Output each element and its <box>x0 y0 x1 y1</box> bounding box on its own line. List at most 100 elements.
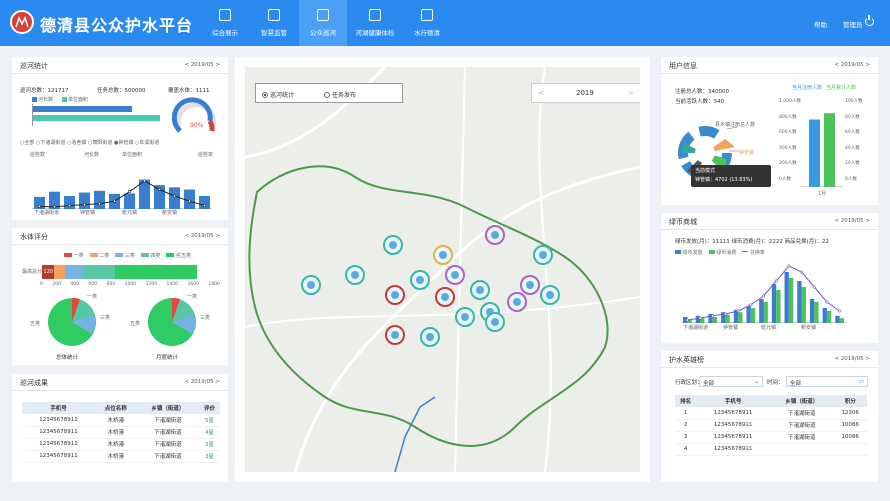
panel-title: 巡河统计 <box>20 62 48 70</box>
date-picker[interactable]: < 2019/05 > <box>834 356 870 362</box>
chart-bar <box>725 314 730 323</box>
nav-item-overview[interactable]: 综合展示 <box>201 0 249 46</box>
filter-option[interactable]: ○洛舍镇 <box>67 140 86 146</box>
coin-mall-panel: 绿币商城 < 2019/05 > 绿币发放(月)：11111 绿币消费(月)：22… <box>661 213 878 343</box>
chart-point <box>158 187 162 191</box>
map-marker[interactable] <box>485 312 505 332</box>
chart-bar <box>822 308 827 323</box>
filter-option[interactable]: ●钟管镇 <box>114 140 133 146</box>
pie-title: 月度统计 <box>156 355 179 361</box>
x-tick-label: 下渚湖街道 <box>34 210 60 216</box>
map-marker[interactable] <box>385 325 405 345</box>
score-stacked-bar: 120 <box>42 265 197 279</box>
map-marker[interactable] <box>520 275 540 295</box>
map-marker[interactable] <box>420 327 440 347</box>
chart-bar <box>94 190 105 209</box>
map-marker[interactable] <box>433 245 453 265</box>
map-marker[interactable] <box>507 292 527 312</box>
chart-bar <box>814 302 819 323</box>
table-row[interactable]: 12345678911 木桥港 下渚湖街道 3星 <box>22 450 220 463</box>
chevron-down-icon: ⌄ <box>754 379 759 385</box>
map-marker[interactable] <box>485 225 505 245</box>
table-row[interactable]: 2 12345678911 下渚湖街道 10086 <box>675 419 867 432</box>
pie-label: 五类 <box>30 321 41 327</box>
nav-item-supervision[interactable]: 智慧监管 <box>250 0 298 46</box>
table-row[interactable]: 12345678911 木桥港 下渚湖街道 3星 <box>22 438 220 451</box>
panel-title: 巡河成果 <box>20 379 48 387</box>
table-row[interactable]: 3 12345678911 下渚湖街道 10086 <box>675 431 867 444</box>
table-row[interactable]: 1 12345678911 下渚湖街道 12306 <box>675 407 867 420</box>
filter-option[interactable]: ○全部 <box>20 140 34 146</box>
patrol-total: 巡河总数：121717 <box>20 88 69 94</box>
next-year-button[interactable]: > <box>628 89 634 97</box>
table-row[interactable]: 4 12345678911 <box>675 443 867 456</box>
help-link[interactable]: 帮助 <box>814 19 827 29</box>
table-row[interactable]: 12345678911 木桥港 下渚湖街道 4星 <box>22 426 220 439</box>
ranking-panel: 护水英雄榜 < 2019/05 > 行政区划： 全部 ⌄ 时间： 全部 ▭ 排名 手机号… <box>661 351 878 482</box>
chart-point <box>774 279 778 283</box>
admin-link[interactable]: 管理员 <box>843 19 863 29</box>
table-row[interactable]: 12345678911 木桥港 下渚湖街道 5星 <box>22 414 220 427</box>
map-marker[interactable] <box>345 265 365 285</box>
time-picker[interactable]: 全部 ▭ <box>786 376 868 387</box>
chart-point <box>188 199 192 203</box>
top-bar: 德清县公众护水平台 综合展示 智慧监管 公众巡河 河湖健康体检 水行德清 帮助 … <box>0 0 890 46</box>
chart-bar <box>788 278 794 323</box>
task-total: 任务总数：500000 <box>97 88 146 94</box>
map-marker[interactable] <box>301 275 321 295</box>
pie-label: 五类 <box>130 321 141 327</box>
chart-bar <box>809 119 820 187</box>
filter-option[interactable]: ○舞阳街道 <box>88 140 112 146</box>
chart-point <box>749 303 753 307</box>
map-marker[interactable] <box>540 285 560 305</box>
map-marker[interactable] <box>445 265 465 285</box>
map-panel: 巡河统计 任务发布 < 2019 > <box>235 57 650 482</box>
nav-item-health-check[interactable]: 河湖健康体检 <box>348 0 402 46</box>
chart-bar <box>169 187 180 209</box>
logo-icon <box>10 10 34 34</box>
map-marker[interactable] <box>470 280 490 300</box>
legend-swatch <box>32 97 37 102</box>
power-icon[interactable] <box>865 15 874 26</box>
map-marker[interactable] <box>435 287 455 307</box>
chart-bar <box>199 196 210 209</box>
date-picker[interactable]: < 2019/05 > <box>834 218 870 224</box>
map-marker[interactable] <box>533 245 553 265</box>
map-marker[interactable] <box>455 307 475 327</box>
date-picker[interactable]: < 2019/05 > <box>184 62 220 68</box>
date-picker[interactable]: < 2019/05 > <box>184 379 220 385</box>
date-picker[interactable]: < 2019/05 > <box>184 233 220 239</box>
map-mode-toggle: 巡河统计 任务发布 <box>255 83 403 103</box>
time-label: 时间： <box>767 380 784 386</box>
map-roads <box>245 67 640 472</box>
panel-title: 护水英雄榜 <box>669 356 704 364</box>
filter-option[interactable]: ○下渚湖街道 <box>36 140 65 146</box>
map-marker[interactable] <box>385 285 405 305</box>
prev-year-button[interactable]: < <box>538 89 544 97</box>
total-pie-chart <box>48 297 96 346</box>
radio-task-publish[interactable]: 任务发布 <box>324 90 356 99</box>
nav-item-public-patrol[interactable]: 公众巡河 <box>299 0 347 46</box>
x-tick-label: 新安镇 <box>801 325 817 331</box>
x-tick-label: 乾元镇 <box>761 325 777 331</box>
legend-swatch <box>62 97 67 102</box>
nav-item-water-deqing[interactable]: 水行德清 <box>403 0 451 46</box>
chart-point <box>173 194 177 198</box>
gauge-value: 90% <box>190 122 204 129</box>
map-canvas[interactable]: 巡河统计 任务发布 < 2019 > <box>245 67 640 472</box>
date-picker[interactable]: < 2019/05 > <box>834 62 870 68</box>
map-marker[interactable] <box>383 235 403 255</box>
chart-bar <box>738 312 743 323</box>
patrol-stats-panel: 巡河统计 < 2019/05 > 巡河总数：121717 任务总数：500000 … <box>12 57 228 220</box>
district-select[interactable]: 全部 ⌄ <box>699 376 763 387</box>
x-tick-label: 钟管镇 <box>80 210 96 216</box>
user-info-panel: 用户信息 < 2019/05 > 注册总人数：340000 当前活跃人数：340 … <box>661 57 878 205</box>
chart-point <box>685 318 689 322</box>
map-marker[interactable] <box>410 270 430 290</box>
panel-title: 用户信息 <box>669 62 697 70</box>
town-filter[interactable]: ○全部 ○下渚湖街道 ○洛舍镇 ○舞阳街道 ●钟管镇 ○阜溪街道 <box>20 139 159 146</box>
legend-label: 当月注册人数 <box>792 85 823 91</box>
left-axis: 1,000人数 800人数 600人数 400人数 200人数 0人数 <box>779 99 801 182</box>
filter-option[interactable]: ○阜溪街道 <box>135 140 159 146</box>
radio-patrol-stats[interactable]: 巡河统计 <box>262 90 294 99</box>
